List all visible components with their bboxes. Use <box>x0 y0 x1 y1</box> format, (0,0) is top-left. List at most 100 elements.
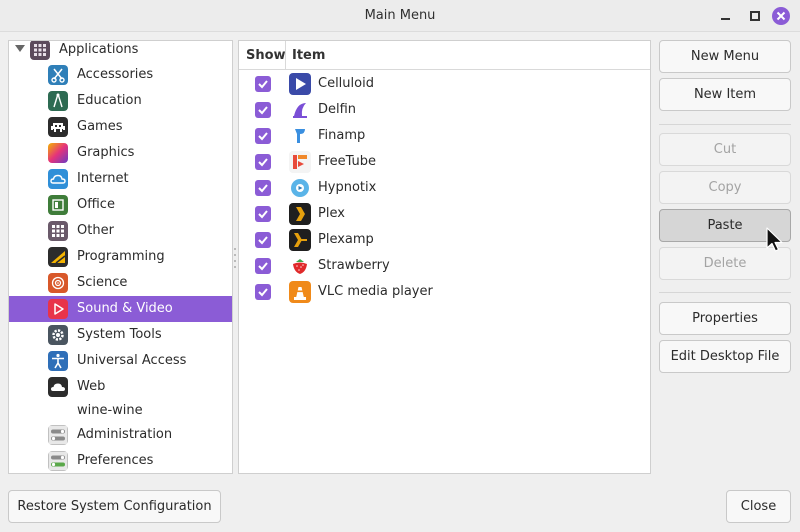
accessibility-icon <box>48 351 68 371</box>
item-name: Celluloid <box>318 76 374 91</box>
celluloid-icon <box>289 73 311 95</box>
checkmark-icon <box>258 158 268 167</box>
tree-item-graphics[interactable]: Graphics <box>9 140 232 166</box>
freetube-icon <box>289 151 311 173</box>
column-header-show[interactable]: Show <box>246 48 286 63</box>
column-header-item[interactable]: Item <box>292 48 325 63</box>
items-table[interactable]: Show Item Celluloid Delfin Finamp FreeTu… <box>238 40 651 474</box>
new-menu-button[interactable]: New Menu <box>659 40 791 73</box>
show-checkbox[interactable] <box>255 128 271 144</box>
tree-item-sound-video[interactable]: Sound & Video <box>9 296 232 322</box>
tree-item-administration[interactable]: Administration <box>9 422 232 448</box>
finamp-icon <box>289 125 311 147</box>
show-checkbox[interactable] <box>255 102 271 118</box>
hypnotix-icon <box>289 177 311 199</box>
new-item-button[interactable]: New Item <box>659 78 791 111</box>
web-cloud-icon <box>48 377 68 397</box>
atom-icon <box>48 273 68 293</box>
scissors-icon <box>48 65 68 85</box>
table-row[interactable]: Strawberry <box>239 253 650 279</box>
cut-button[interactable]: Cut <box>659 133 791 166</box>
tree-item-wine[interactable]: wine-wine <box>9 398 232 424</box>
tree-item-label: Universal Access <box>77 353 187 368</box>
show-checkbox[interactable] <box>255 76 271 92</box>
table-row[interactable]: Hypnotix <box>239 175 650 201</box>
button-separator <box>659 292 791 293</box>
tree-item-science[interactable]: Science <box>9 270 232 296</box>
checkmark-icon <box>258 236 268 245</box>
copy-button[interactable]: Copy <box>659 171 791 204</box>
delfin-icon <box>289 99 311 121</box>
tree-item-universal-access[interactable]: Universal Access <box>9 348 232 374</box>
tree-item-education[interactable]: Education <box>9 88 232 114</box>
show-checkbox[interactable] <box>255 284 271 300</box>
tree-item-other[interactable]: Other <box>9 218 232 244</box>
table-row[interactable]: FreeTube <box>239 149 650 175</box>
maximize-button[interactable] <box>745 6 765 26</box>
tree-item-label: Education <box>77 93 142 108</box>
gear-icon <box>48 325 68 345</box>
show-checkbox[interactable] <box>255 232 271 248</box>
show-checkbox[interactable] <box>255 154 271 170</box>
tree-item-label: System Tools <box>77 327 162 342</box>
properties-button[interactable]: Properties <box>659 302 791 335</box>
tree-item-label: Accessories <box>77 67 154 82</box>
show-checkbox[interactable] <box>255 180 271 196</box>
edit-desktop-file-button[interactable]: Edit Desktop File <box>659 340 791 373</box>
tree-item-games[interactable]: Games <box>9 114 232 140</box>
show-checkbox[interactable] <box>255 206 271 222</box>
tree-item-accessories[interactable]: Accessories <box>9 62 232 88</box>
tree-item-label: Sound & Video <box>77 301 173 316</box>
item-name: Delfin <box>318 102 357 117</box>
tree-item-label: Graphics <box>77 145 135 160</box>
checkmark-icon <box>258 80 268 89</box>
tree-item-label: Web <box>77 379 106 394</box>
tree-root-applications[interactable]: Applications <box>9 41 232 60</box>
checkmark-icon <box>258 262 268 271</box>
item-name: Hypnotix <box>318 180 377 195</box>
checkmark-icon <box>258 184 268 193</box>
table-row[interactable]: Plex <box>239 201 650 227</box>
title-bar: Main Menu <box>0 0 800 32</box>
tree-item-label: Internet <box>77 171 129 186</box>
tree-item-label: Office <box>77 197 115 212</box>
applications-grid-icon <box>30 41 50 60</box>
close-icon <box>772 7 790 25</box>
rainbow-icon <box>48 143 68 163</box>
pane-splitter-handle[interactable] <box>234 248 237 272</box>
checkmark-icon <box>258 210 268 219</box>
show-checkbox[interactable] <box>255 258 271 274</box>
tree-item-internet[interactable]: Internet <box>9 166 232 192</box>
restore-system-configuration-button[interactable]: Restore System Configuration <box>8 490 221 523</box>
tree-root-label: Applications <box>59 42 139 57</box>
minimize-icon <box>721 18 730 20</box>
tree-item-office[interactable]: Office <box>9 192 232 218</box>
table-row[interactable]: Celluloid <box>239 71 650 97</box>
tree-item-label: Administration <box>77 427 173 442</box>
tree-item-system-tools[interactable]: System Tools <box>9 322 232 348</box>
tree-item-web[interactable]: Web <box>9 374 232 400</box>
toggle-icon <box>48 425 68 445</box>
invader-icon <box>48 117 68 137</box>
maximize-icon <box>750 11 760 21</box>
table-row[interactable]: VLC media player <box>239 279 650 305</box>
checkmark-icon <box>258 106 268 115</box>
close-button[interactable]: Close <box>726 490 791 523</box>
item-name: Strawberry <box>318 258 390 273</box>
category-tree[interactable]: Applications Accessories Education Games… <box>8 40 233 474</box>
programming-icon <box>48 247 68 267</box>
minimize-button[interactable] <box>716 6 736 26</box>
toggle-green-icon <box>48 451 68 471</box>
tree-item-preferences[interactable]: Preferences <box>9 448 232 473</box>
table-row[interactable]: Delfin <box>239 97 650 123</box>
close-window-button[interactable] <box>771 6 791 26</box>
item-name: FreeTube <box>318 154 377 169</box>
table-row[interactable]: Plexamp <box>239 227 650 253</box>
mouse-cursor-icon <box>766 227 783 252</box>
table-row[interactable]: Finamp <box>239 123 650 149</box>
expander-down-icon[interactable] <box>15 45 25 53</box>
column-divider <box>285 41 286 69</box>
tree-item-label: wine-wine <box>77 403 143 418</box>
tree-item-programming[interactable]: Programming <box>9 244 232 270</box>
cloud-icon <box>48 169 68 189</box>
